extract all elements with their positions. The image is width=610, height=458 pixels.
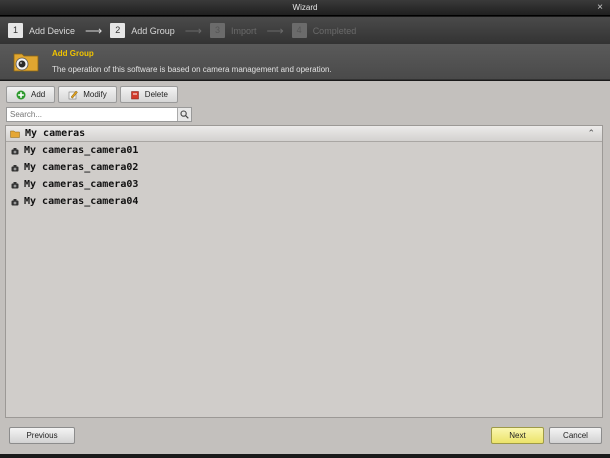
collapse-icon[interactable]: ⌃ [587, 128, 595, 139]
step-number: 3 [209, 23, 225, 38]
step-info-title: Add Group [52, 49, 94, 58]
step-import: 3 Import [209, 23, 257, 38]
camera-icon [11, 181, 19, 188]
camera-row[interactable]: My cameras_camera04 [6, 193, 602, 210]
step-number: 4 [291, 23, 307, 38]
group-name: My cameras [25, 128, 86, 139]
step-label: Add Group [131, 25, 175, 36]
delete-icon [131, 90, 139, 99]
arrow-right-icon: ⟶ [266, 23, 284, 38]
camera-icon [11, 164, 19, 171]
search-input[interactable] [7, 108, 177, 121]
folder-icon [10, 130, 20, 138]
camera-icon [11, 198, 19, 205]
step-info-bar: Add Group The operation of this software… [0, 44, 610, 80]
step-number: 2 [110, 23, 126, 38]
camera-name: My cameras_camera04 [24, 196, 139, 207]
close-icon[interactable]: × [594, 0, 606, 16]
previous-button[interactable]: Previous [9, 427, 75, 444]
modify-button[interactable]: Modify [58, 86, 117, 103]
camera-row[interactable]: My cameras_camera03 [6, 176, 602, 193]
delete-button[interactable]: Delete [119, 86, 178, 103]
step-label: Completed [312, 25, 357, 36]
step-info-description: The operation of this software is based … [52, 65, 332, 74]
step-number: 1 [8, 23, 23, 38]
camera-name: My cameras_camera01 [24, 145, 139, 156]
arrow-right-icon: ⟶ [184, 23, 202, 38]
camera-name: My cameras_camera02 [24, 162, 139, 173]
add-button[interactable]: Add [6, 86, 56, 103]
modify-label: Modify [83, 90, 107, 99]
next-button[interactable]: Next [491, 427, 544, 444]
arrow-right-icon: ⟶ [85, 23, 103, 38]
camera-icon [11, 147, 19, 154]
wizard-footer: Previous Next Cancel [0, 421, 610, 458]
step-label: Import [230, 25, 257, 36]
camera-name: My cameras_camera03 [24, 179, 139, 190]
window-bottom-border [0, 454, 610, 458]
search-icon [180, 110, 189, 119]
edit-icon [68, 90, 79, 99]
step-label: Add Device [29, 25, 76, 36]
add-icon [16, 90, 26, 99]
window-titlebar: Wizard × [0, 0, 610, 16]
group-row[interactable]: My cameras ⌃ [6, 126, 602, 142]
main-content: Add Modify Delete Search... My cameras ⌃… [0, 81, 610, 458]
cancel-button[interactable]: Cancel [549, 427, 602, 444]
step-add-group: 2 Add Group [110, 23, 175, 38]
delete-label: Delete [144, 90, 168, 99]
group-toolbar: Add Modify Delete [6, 86, 181, 103]
step-completed: 4 Completed [291, 23, 357, 38]
wizard-steps: 1 Add Device ⟶ 2 Add Group ⟶ 3 Import ⟶ … [0, 17, 610, 44]
step-add-device: 1 Add Device [8, 23, 75, 38]
camera-group-tree: My cameras ⌃ My cameras_camera01 My came… [5, 125, 603, 418]
window-title: Wizard [292, 3, 318, 12]
camera-row[interactable]: My cameras_camera01 [6, 142, 602, 159]
search-button[interactable] [177, 108, 191, 121]
folder-camera-icon [13, 53, 39, 72]
add-label: Add [31, 90, 46, 99]
search-box [6, 107, 192, 122]
camera-row[interactable]: My cameras_camera02 [6, 159, 602, 176]
